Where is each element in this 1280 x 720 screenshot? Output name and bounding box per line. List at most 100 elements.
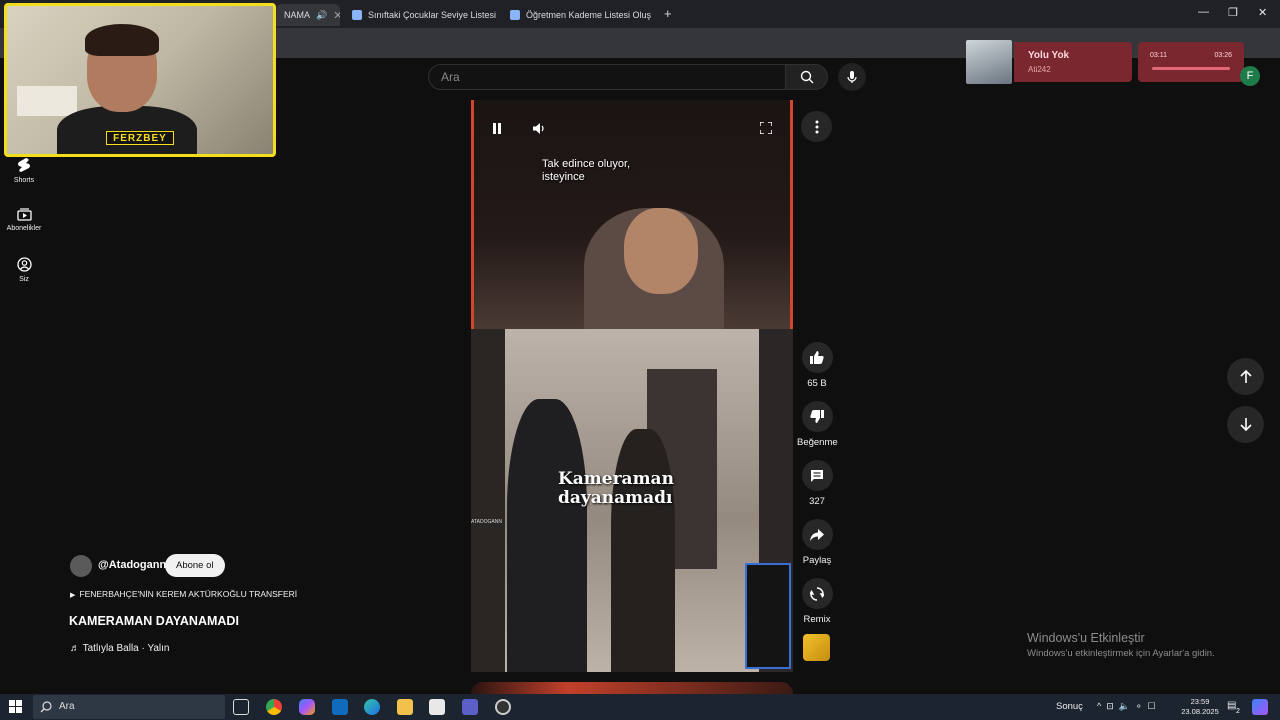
duration-time: 03:26 — [1214, 52, 1232, 59]
system-tray-icons[interactable]: ^⊡🔈⚬☐ — [1097, 701, 1161, 712]
sheet-icon — [352, 10, 362, 20]
sheet-icon — [510, 10, 520, 20]
weather-widget[interactable]: Sonuç — [1056, 701, 1083, 712]
video-top-half[interactable] — [471, 100, 793, 329]
windows-activation-subtitle: Windows'u etkinleştirmek için Ayarlar'a … — [1027, 648, 1215, 659]
task-view-icon[interactable] — [233, 699, 249, 715]
video-overlay-text: Kameraman dayanamadı — [558, 469, 674, 508]
now-playing-card: Yolu Yok Ati242 — [1014, 42, 1132, 82]
restore-button[interactable]: ❐ — [1228, 6, 1238, 19]
sidebar-item-you[interactable]: Siz — [4, 257, 44, 283]
next-short-preview[interactable] — [471, 682, 793, 694]
search-icon — [800, 70, 813, 84]
tab-siniftaki[interactable]: Sınıftaki Çocuklar Seviye Listesi ✕ — [344, 4, 496, 26]
obs-icon[interactable] — [495, 699, 511, 715]
windows-icon — [9, 700, 22, 713]
song-artist: Ati242 — [1028, 65, 1051, 74]
dislike-button[interactable]: Beğenme — [797, 401, 838, 448]
elapsed-time: 03:11 — [1150, 52, 1167, 59]
clock-time: 23:59 — [1190, 697, 1210, 706]
close-icon[interactable]: ✕ — [657, 9, 658, 22]
comment-count: 327 — [809, 496, 825, 507]
shorts-icon — [18, 158, 30, 172]
volume-button[interactable] — [530, 119, 548, 137]
tab-label: NAMA — [284, 10, 311, 20]
account-avatar[interactable]: F — [1240, 66, 1260, 86]
new-tab-button[interactable]: + — [664, 6, 672, 21]
music-link[interactable]: ♬ Tatlıyla Balla · Yalın — [70, 643, 170, 654]
channel-avatar[interactable] — [70, 555, 92, 577]
copilot-tray-icon[interactable] — [1252, 699, 1268, 715]
speaker-icon: 🔊 — [316, 9, 328, 20]
arrow-up-icon — [1239, 370, 1252, 383]
teams-icon[interactable] — [462, 699, 478, 715]
sound-thumbnail[interactable] — [803, 634, 830, 661]
dislike-label: Beğenme — [797, 437, 838, 448]
taskbar-search[interactable]: Ara — [33, 695, 225, 719]
close-window-button[interactable]: ✕ — [1258, 6, 1267, 19]
outlook-icon[interactable] — [332, 699, 348, 715]
now-playing-progress: 03:11 03:26 — [1138, 42, 1244, 82]
taskbar-clock[interactable]: 23:59 23.08.2025 — [1178, 697, 1222, 717]
channel-name[interactable]: @Atadogann — [98, 559, 166, 571]
next-short-button[interactable] — [1227, 406, 1264, 443]
video-title: KAMERAMAN DAYANAMADI — [69, 614, 239, 628]
sidebar-item-label: Siz — [19, 276, 29, 283]
thumbs-down-icon — [810, 410, 824, 423]
remix-icon — [810, 586, 824, 601]
share-button[interactable]: Paylaş — [797, 519, 837, 566]
close-icon[interactable]: ✕ — [333, 9, 340, 22]
sidebar-item-shorts[interactable]: Shorts — [4, 157, 44, 184]
folder-icon[interactable] — [397, 699, 413, 715]
share-icon — [810, 528, 824, 541]
notification-count: 2 — [1236, 708, 1240, 715]
tab-label: Sınıftaki Çocuklar Seviye Listesi — [368, 10, 496, 20]
previous-short-button[interactable] — [1227, 358, 1264, 395]
pause-icon — [493, 122, 501, 134]
remix-label: Remix — [803, 614, 831, 625]
user-icon — [16, 257, 32, 272]
copilot-icon[interactable] — [299, 699, 315, 715]
pause-button[interactable] — [488, 119, 506, 137]
mini-cam-overlay — [745, 563, 791, 669]
sidebar-item-label: Shorts — [13, 177, 35, 184]
search-icon — [40, 700, 52, 718]
streamer-name: FERZBEY — [106, 131, 174, 145]
subscribe-button[interactable]: Abone ol — [165, 554, 225, 577]
fullscreen-button[interactable] — [757, 119, 775, 137]
clock-date: 23.08.2025 — [1181, 707, 1219, 716]
search-input[interactable]: Ara — [428, 64, 786, 90]
playlist-link[interactable]: ▶ FENERBAHÇE'NİN KEREM AKTÜRKOĞLU TRANSFE… — [70, 589, 297, 599]
sidebar-item-subscriptions[interactable]: Abonelikler — [4, 208, 44, 232]
start-button[interactable] — [9, 700, 22, 718]
progress-bar — [1152, 67, 1230, 70]
search-button[interactable] — [786, 64, 828, 90]
store-icon[interactable] — [429, 699, 445, 715]
more-options-button[interactable] — [801, 111, 832, 142]
like-button[interactable]: 65 B — [797, 342, 837, 389]
share-label: Paylaş — [802, 555, 832, 566]
volume-icon — [532, 122, 544, 134]
sidebar-item-label: Abonelikler — [6, 225, 42, 232]
chrome-icon[interactable] — [266, 699, 282, 715]
fullscreen-icon — [760, 122, 772, 134]
voice-search-button[interactable] — [838, 63, 866, 91]
minimize-button[interactable]: — — [1198, 6, 1209, 18]
comment-icon — [811, 469, 823, 482]
comments-button[interactable]: 327 — [797, 460, 837, 507]
video-caption: Tak edince oluyor, isteyince — [542, 158, 631, 183]
edge-icon[interactable] — [364, 699, 380, 715]
now-playing-thumbnail — [966, 40, 1012, 84]
song-title: Yolu Yok — [1028, 50, 1070, 61]
tab-ogretmen[interactable]: Öğretmen Kademe Listesi Oluş ✕ — [502, 4, 658, 26]
thumbs-up-icon — [810, 351, 824, 364]
video-watermark: ATADOGANN — [471, 519, 502, 525]
windows-activation-title: Windows'u Etkinleştir — [1027, 631, 1145, 645]
more-vert-icon — [815, 120, 818, 133]
arrow-down-icon — [1239, 418, 1252, 431]
tab-active[interactable]: NAMA 🔊 ✕ — [276, 4, 340, 26]
tab-label: Öğretmen Kademe Listesi Oluş — [526, 10, 652, 20]
remix-button[interactable]: Remix — [797, 578, 837, 625]
play-icon: ▶ — [70, 592, 76, 599]
subscriptions-icon — [16, 208, 32, 221]
